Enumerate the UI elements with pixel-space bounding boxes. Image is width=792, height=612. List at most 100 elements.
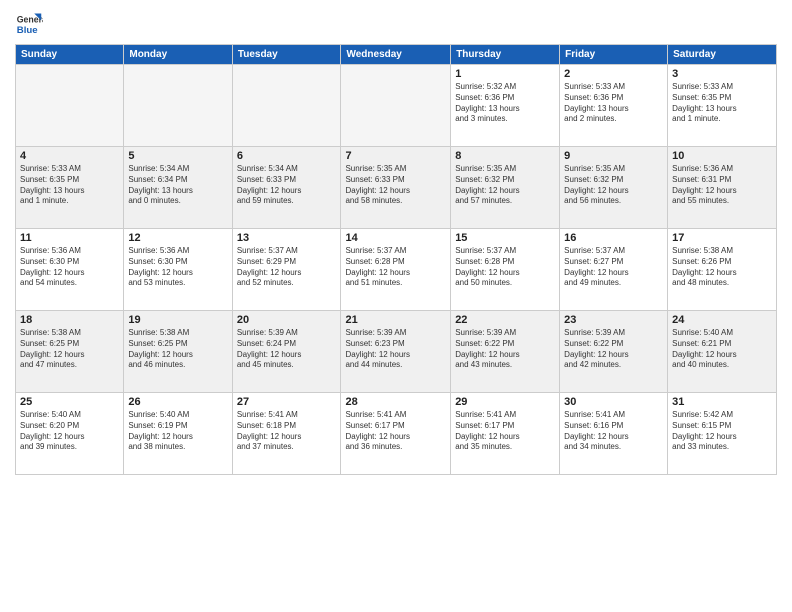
calendar-cell: 14 Sunrise: 5:37 AM Sunset: 6:28 PM Dayli… <box>341 229 451 311</box>
day-number: 14 <box>345 232 446 244</box>
header: General Blue <box>15 10 777 38</box>
day-info: Sunrise: 5:40 AM Sunset: 6:19 PM Dayligh… <box>128 410 227 453</box>
day-info: Sunrise: 5:39 AM Sunset: 6:23 PM Dayligh… <box>345 328 446 371</box>
day-info: Sunrise: 5:39 AM Sunset: 6:22 PM Dayligh… <box>564 328 663 371</box>
calendar-cell: 29 Sunrise: 5:41 AM Sunset: 6:17 PM Dayli… <box>451 393 560 475</box>
day-number: 25 <box>20 396 119 408</box>
day-number: 21 <box>345 314 446 326</box>
calendar-cell: 24 Sunrise: 5:40 AM Sunset: 6:21 PM Dayli… <box>668 311 777 393</box>
calendar-cell: 10 Sunrise: 5:36 AM Sunset: 6:31 PM Dayli… <box>668 147 777 229</box>
day-number: 9 <box>564 150 663 162</box>
day-info: Sunrise: 5:37 AM Sunset: 6:29 PM Dayligh… <box>237 246 337 289</box>
calendar-dow-friday: Friday <box>560 45 668 65</box>
day-number: 24 <box>672 314 772 326</box>
calendar-cell: 28Sunrise: 5:41 AM Sunset: 6:17 PM Dayli… <box>341 393 451 475</box>
calendar-cell: 1 Sunrise: 5:32 AM Sunset: 6:36 PM Daylig… <box>451 65 560 147</box>
calendar-cell: 6 Sunrise: 5:34 AM Sunset: 6:33 PM Daylig… <box>232 147 341 229</box>
logo: General Blue <box>15 10 43 38</box>
day-info: Sunrise: 5:38 AM Sunset: 6:26 PM Dayligh… <box>672 246 772 289</box>
day-info: Sunrise: 5:34 AM Sunset: 6:34 PM Dayligh… <box>128 164 227 207</box>
day-info: Sunrise: 5:32 AM Sunset: 6:36 PM Dayligh… <box>455 82 555 125</box>
day-number: 6 <box>237 150 337 162</box>
calendar-cell: 18 Sunrise: 5:38 AM Sunset: 6:25 PM Dayli… <box>16 311 124 393</box>
day-info: Sunrise: 5:40 AM Sunset: 6:21 PM Dayligh… <box>672 328 772 371</box>
day-info: Sunrise: 5:34 AM Sunset: 6:33 PM Dayligh… <box>237 164 337 207</box>
day-info: Sunrise: 5:35 AM Sunset: 6:32 PM Dayligh… <box>564 164 663 207</box>
day-number: 18 <box>20 314 119 326</box>
calendar-cell: 19 Sunrise: 5:38 AM Sunset: 6:25 PM Dayli… <box>124 311 232 393</box>
calendar-cell: 16Sunrise: 5:37 AM Sunset: 6:27 PM Dayli… <box>560 229 668 311</box>
calendar-cell: 3Sunrise: 5:33 AM Sunset: 6:35 PM Daylig… <box>668 65 777 147</box>
day-info: Sunrise: 5:41 AM Sunset: 6:17 PM Dayligh… <box>455 410 555 453</box>
calendar-cell: 27 Sunrise: 5:41 AM Sunset: 6:18 PM Dayli… <box>232 393 341 475</box>
day-info: Sunrise: 5:37 AM Sunset: 6:28 PM Dayligh… <box>345 246 446 289</box>
calendar-cell: 7 Sunrise: 5:35 AM Sunset: 6:33 PM Daylig… <box>341 147 451 229</box>
day-info: Sunrise: 5:37 AM Sunset: 6:28 PM Dayligh… <box>455 246 555 289</box>
calendar-cell: 20Sunrise: 5:39 AM Sunset: 6:24 PM Dayli… <box>232 311 341 393</box>
calendar-cell: 22 Sunrise: 5:39 AM Sunset: 6:22 PM Dayli… <box>451 311 560 393</box>
day-number: 7 <box>345 150 446 162</box>
calendar-cell: 31 Sunrise: 5:42 AM Sunset: 6:15 PM Dayli… <box>668 393 777 475</box>
day-info: Sunrise: 5:35 AM Sunset: 6:33 PM Dayligh… <box>345 164 446 207</box>
day-info: Sunrise: 5:36 AM Sunset: 6:30 PM Dayligh… <box>20 246 119 289</box>
calendar-cell: 9 Sunrise: 5:35 AM Sunset: 6:32 PM Daylig… <box>560 147 668 229</box>
calendar-dow-wednesday: Wednesday <box>341 45 451 65</box>
day-info: Sunrise: 5:35 AM Sunset: 6:32 PM Dayligh… <box>455 164 555 207</box>
day-number: 27 <box>237 396 337 408</box>
day-number: 29 <box>455 396 555 408</box>
day-info: Sunrise: 5:40 AM Sunset: 6:20 PM Dayligh… <box>20 410 119 453</box>
day-info: Sunrise: 5:41 AM Sunset: 6:17 PM Dayligh… <box>345 410 446 453</box>
day-number: 2 <box>564 68 663 80</box>
calendar-week-row: 18 Sunrise: 5:38 AM Sunset: 6:25 PM Dayli… <box>16 311 777 393</box>
calendar-cell: 13 Sunrise: 5:37 AM Sunset: 6:29 PM Dayli… <box>232 229 341 311</box>
day-info: Sunrise: 5:39 AM Sunset: 6:22 PM Dayligh… <box>455 328 555 371</box>
day-number: 17 <box>672 232 772 244</box>
day-number: 11 <box>20 232 119 244</box>
day-info: Sunrise: 5:38 AM Sunset: 6:25 PM Dayligh… <box>128 328 227 371</box>
calendar-cell <box>232 65 341 147</box>
calendar-dow-sunday: Sunday <box>16 45 124 65</box>
calendar-cell <box>341 65 451 147</box>
calendar-cell: 12Sunrise: 5:36 AM Sunset: 6:30 PM Dayli… <box>124 229 232 311</box>
day-number: 8 <box>455 150 555 162</box>
calendar-dow-tuesday: Tuesday <box>232 45 341 65</box>
calendar-week-row: 25 Sunrise: 5:40 AM Sunset: 6:20 PM Dayli… <box>16 393 777 475</box>
calendar-cell: 26 Sunrise: 5:40 AM Sunset: 6:19 PM Dayli… <box>124 393 232 475</box>
calendar-table: SundayMondayTuesdayWednesdayThursdayFrid… <box>15 44 777 475</box>
calendar-week-row: 4 Sunrise: 5:33 AM Sunset: 6:35 PM Daylig… <box>16 147 777 229</box>
day-info: Sunrise: 5:33 AM Sunset: 6:35 PM Dayligh… <box>672 82 772 125</box>
calendar-cell <box>124 65 232 147</box>
day-info: Sunrise: 5:36 AM Sunset: 6:31 PM Dayligh… <box>672 164 772 207</box>
day-number: 5 <box>128 150 227 162</box>
calendar-week-row: 1 Sunrise: 5:32 AM Sunset: 6:36 PM Daylig… <box>16 65 777 147</box>
day-info: Sunrise: 5:41 AM Sunset: 6:18 PM Dayligh… <box>237 410 337 453</box>
day-info: Sunrise: 5:33 AM Sunset: 6:36 PM Dayligh… <box>564 82 663 125</box>
calendar-dow-monday: Monday <box>124 45 232 65</box>
calendar-cell: 5 Sunrise: 5:34 AM Sunset: 6:34 PM Daylig… <box>124 147 232 229</box>
day-number: 31 <box>672 396 772 408</box>
page: General Blue SundayMondayTuesdayWednesda… <box>0 0 792 612</box>
day-info: Sunrise: 5:33 AM Sunset: 6:35 PM Dayligh… <box>20 164 119 207</box>
calendar-cell: 25 Sunrise: 5:40 AM Sunset: 6:20 PM Dayli… <box>16 393 124 475</box>
day-number: 10 <box>672 150 772 162</box>
day-number: 19 <box>128 314 227 326</box>
day-info: Sunrise: 5:38 AM Sunset: 6:25 PM Dayligh… <box>20 328 119 371</box>
day-info: Sunrise: 5:39 AM Sunset: 6:24 PM Dayligh… <box>237 328 337 371</box>
calendar-cell: 15 Sunrise: 5:37 AM Sunset: 6:28 PM Dayli… <box>451 229 560 311</box>
day-info: Sunrise: 5:41 AM Sunset: 6:16 PM Dayligh… <box>564 410 663 453</box>
day-number: 15 <box>455 232 555 244</box>
day-info: Sunrise: 5:42 AM Sunset: 6:15 PM Dayligh… <box>672 410 772 453</box>
calendar-cell: 17 Sunrise: 5:38 AM Sunset: 6:26 PM Dayli… <box>668 229 777 311</box>
day-number: 12 <box>128 232 227 244</box>
day-number: 4 <box>20 150 119 162</box>
day-number: 26 <box>128 396 227 408</box>
calendar-week-row: 11 Sunrise: 5:36 AM Sunset: 6:30 PM Dayli… <box>16 229 777 311</box>
calendar-header-row: SundayMondayTuesdayWednesdayThursdayFrid… <box>16 45 777 65</box>
day-number: 22 <box>455 314 555 326</box>
calendar-cell: 8 Sunrise: 5:35 AM Sunset: 6:32 PM Daylig… <box>451 147 560 229</box>
day-number: 1 <box>455 68 555 80</box>
svg-text:Blue: Blue <box>17 25 38 36</box>
calendar-dow-saturday: Saturday <box>668 45 777 65</box>
day-number: 13 <box>237 232 337 244</box>
calendar-cell: 21 Sunrise: 5:39 AM Sunset: 6:23 PM Dayli… <box>341 311 451 393</box>
